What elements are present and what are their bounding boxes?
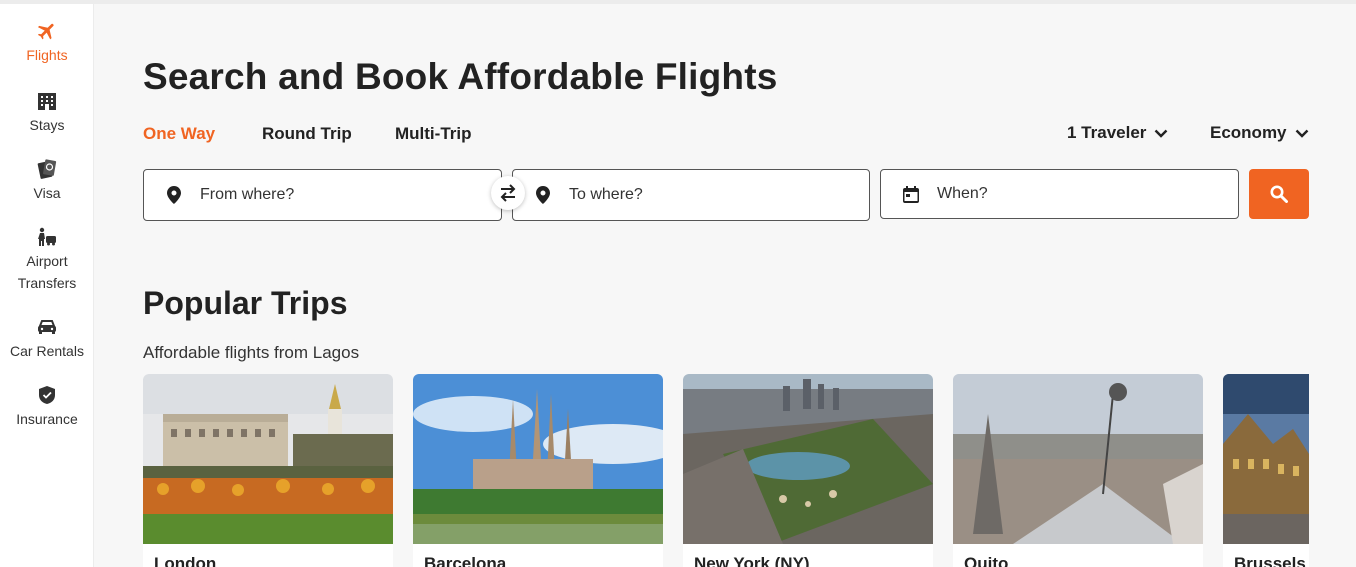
traveler-icon [36,226,58,248]
sidebar-item-label: Car Rentals [10,343,84,359]
popular-trips-title: Popular Trips [143,285,348,321]
cabin-class-value: Economy [1210,123,1287,142]
popular-trips-subtitle: Affordable flights from Lagos [143,343,360,362]
sidebar-item-label: Insurance [16,411,78,427]
to-field[interactable]: To where? [512,169,870,221]
trip-card-new-york[interactable]: New York (NY) [683,374,933,567]
location-pin-icon [166,186,182,204]
passport-icon [36,158,58,180]
from-placeholder: From where? [200,186,295,203]
trip-card-city: Barcelona [424,554,507,567]
swap-arrows-icon [500,184,516,202]
swap-locations-button[interactable] [491,176,525,210]
trip-card-barcelona[interactable]: Barcelona [413,374,663,567]
cabin-class-dropdown[interactable]: Economy [1210,123,1309,143]
calendar-icon [903,185,919,203]
from-field[interactable]: From where? [143,169,502,221]
travelers-dropdown[interactable]: 1 Traveler [1067,123,1168,143]
sidebar-item-stays[interactable]: Stays [0,90,94,136]
quito-image [953,374,1203,544]
brussels-image [1223,374,1309,544]
shield-icon [36,384,58,406]
london-image [143,374,393,544]
chevron-down-icon [1155,129,1168,138]
page-title: Search and Book Affordable Flights [143,56,778,97]
building-icon [36,90,58,112]
main-content: Search and Book Affordable Flights One W… [94,4,1356,567]
date-placeholder: When? [937,185,988,202]
sidebar-item-label: Flights [26,47,68,63]
sidebar-nav: Flights Stays Visa Airport Transfers Car… [0,4,94,567]
trip-card-city: Quito [964,554,1009,567]
sidebar-item-label: Airport Transfers [17,253,77,291]
tab-round-trip[interactable]: Round Trip [262,124,352,144]
sidebar-item-visa[interactable]: Visa [0,158,94,204]
date-field[interactable]: When? [880,169,1239,219]
trip-card-brussels[interactable]: Brussels [1223,374,1309,567]
search-icon [1270,185,1288,203]
travelers-value: 1 Traveler [1067,123,1147,142]
to-placeholder: To where? [569,186,643,203]
trip-card-city: New York (NY) [694,554,810,567]
tab-multi-trip[interactable]: Multi-Trip [395,124,471,144]
sidebar-item-car-rentals[interactable]: Car Rentals [0,316,94,362]
barcelona-image [413,374,663,544]
trip-card-city: Brussels [1234,554,1306,567]
search-button[interactable] [1249,169,1309,219]
chevron-down-icon [1295,129,1308,138]
plane-icon [36,20,58,42]
sidebar-item-flights[interactable]: Flights [0,20,94,66]
trip-card-london[interactable]: London [143,374,393,567]
trip-card-quito[interactable]: Quito [953,374,1203,567]
sidebar-item-airport-transfers[interactable]: Airport Transfers [0,226,94,294]
tab-one-way[interactable]: One Way [143,124,215,144]
popular-trips-carousel: London Barcelona New York (NY) Quito Bru… [143,374,1309,567]
sidebar-item-insurance[interactable]: Insurance [0,384,94,430]
trip-card-city: London [154,554,217,567]
location-pin-icon [535,186,551,204]
new-york-image [683,374,933,544]
car-icon [36,316,58,338]
sidebar-item-label: Stays [29,117,65,133]
sidebar-item-label: Visa [33,185,61,201]
